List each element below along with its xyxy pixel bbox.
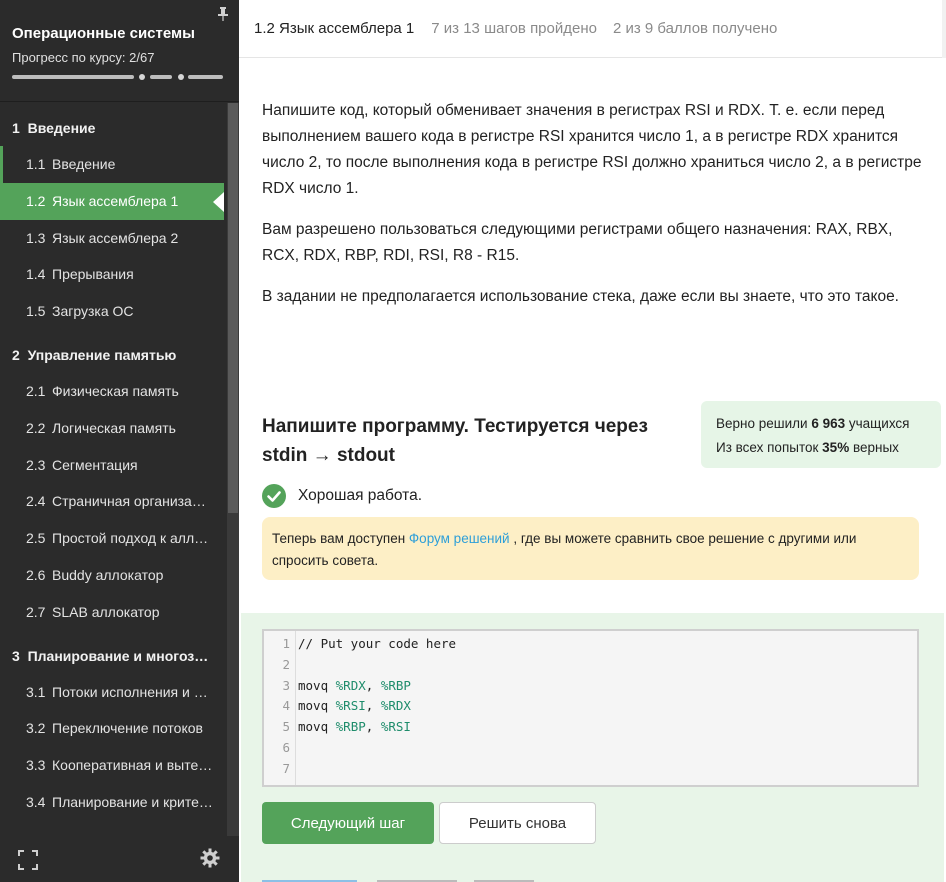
stats-solved: Верно решили 6 963 учащихся xyxy=(716,416,910,431)
lesson-item-3-2[interactable]: 3.2 Переключение потоков xyxy=(0,710,224,747)
line-number-gutter: 1 2 3 4 5 6 7 xyxy=(264,631,296,785)
lesson-item-3-3[interactable]: 3.3 Кооперативная и выте… xyxy=(0,747,224,784)
lesson-item-3-1[interactable]: 3.1 Потоки исполнения и … xyxy=(0,674,224,711)
page-scrollbar[interactable] xyxy=(942,0,946,58)
result-text: Хорошая работа. xyxy=(298,487,423,504)
course-progress: Прогресс по курсу: 2/67 xyxy=(12,50,227,65)
progress-label: Прогресс по курсу: xyxy=(12,50,126,65)
lesson-item-2-2[interactable]: 2.2 Логическая память xyxy=(0,410,224,447)
lesson-item-1-3[interactable]: 1.3 Язык ассемблера 2 xyxy=(0,220,224,257)
cut-off-footer-text xyxy=(262,871,662,882)
task-paragraph-1: Напишите код, который обменивает значени… xyxy=(262,102,922,197)
lesson-topbar: 1.2 Язык ассемблера 1 7 из 13 шагов прой… xyxy=(239,0,946,58)
section-header-1[interactable]: 1 Введение xyxy=(0,103,239,146)
active-indicator-icon xyxy=(213,191,224,212)
code-editor[interactable]: 1 2 3 4 5 6 7 // Put your code here movq… xyxy=(262,629,919,787)
pin-icon[interactable] xyxy=(217,7,229,21)
sidebar-scrollbar[interactable] xyxy=(227,103,239,836)
steps-progress: 7 из 13 шагов пройдено xyxy=(431,20,597,37)
lesson-title: 1.2 Язык ассемблера 1 xyxy=(254,20,415,37)
solve-stats: Верно решили 6 963 учащихся Из всех попы… xyxy=(701,401,941,468)
code-line[interactable]: movq %RSI, %RDX xyxy=(298,696,913,717)
check-circle-icon xyxy=(262,484,286,508)
lesson-item-3-4[interactable]: 3.4 Планирование и крите… xyxy=(0,784,224,821)
progress-value: 2/67 xyxy=(129,50,155,65)
gear-icon[interactable] xyxy=(200,848,220,868)
task-description: Напишите код, который обменивает значени… xyxy=(262,98,927,325)
stats-attempts: Из всех попыток 35% верных xyxy=(716,440,899,455)
sidebar-footer xyxy=(0,836,239,882)
next-step-button[interactable]: Следующий шаг xyxy=(262,802,434,844)
code-line[interactable]: // Put your code here xyxy=(298,634,913,655)
code-line[interactable]: movq %RDX, %RBP xyxy=(298,676,913,697)
lesson-item-2-5[interactable]: 2.5 Простой подход к алл… xyxy=(0,520,224,557)
lesson-item-2-4[interactable]: 2.4 Страничная организа… xyxy=(0,483,224,520)
lesson-item-1-1[interactable]: 1.1 Введение xyxy=(0,146,224,183)
sidebar-header: Операционные системы Прогресс по курсу: … xyxy=(0,0,239,102)
solve-again-button[interactable]: Решить снова xyxy=(439,802,596,844)
forum-notice: Теперь вам доступен Форум решений , где … xyxy=(262,517,919,580)
lesson-item-2-3[interactable]: 2.3 Сегментация xyxy=(0,447,224,484)
exercise-heading: Напишите программу. Тестируется через st… xyxy=(262,416,648,466)
solutions-forum-link[interactable]: Форум решений xyxy=(409,531,510,546)
code-line[interactable]: movq %RBP, %RSI xyxy=(298,717,913,738)
step-content: Напишите код, который обменивает значени… xyxy=(239,59,946,882)
section-header-3[interactable]: 3 Планирование и многоз… xyxy=(0,631,239,674)
sidebar-scrollbar-thumb[interactable] xyxy=(228,103,238,513)
task-paragraph-3: В задании не предполагается использовани… xyxy=(262,288,899,305)
lesson-item-1-4[interactable]: 1.4 Прерывания xyxy=(0,256,224,293)
task-paragraph-2: Вам разрешено пользоваться следующими ре… xyxy=(262,221,893,264)
lesson-list[interactable]: 1 Введение 1.1 Введение 1.2 Язык ассемблер… xyxy=(0,103,239,836)
course-title[interactable]: Операционные системы xyxy=(12,25,227,42)
lesson-item-1-5[interactable]: 1.5 Загрузка ОС xyxy=(0,293,224,330)
fullscreen-icon[interactable] xyxy=(18,850,38,870)
code-line[interactable] xyxy=(298,655,913,676)
course-sidebar: Операционные системы Прогресс по курсу: … xyxy=(0,0,239,882)
lesson-item-2-6[interactable]: 2.6 Buddy аллокатор xyxy=(0,557,224,594)
course-progress-bar xyxy=(12,74,223,80)
code-text[interactable]: // Put your code here movq %RDX, %RBP mo… xyxy=(298,634,913,780)
lesson-item-2-1[interactable]: 2.1 Физическая память xyxy=(0,373,224,410)
lesson-item-1-2-active[interactable]: 1.2 Язык ассемблера 1 xyxy=(0,182,224,220)
lesson-item-2-7[interactable]: 2.7 SLAB аллокатор xyxy=(0,594,224,631)
code-line[interactable] xyxy=(298,738,913,759)
points-progress: 2 из 9 баллов получено xyxy=(612,20,778,37)
result-message: Хорошая работа. xyxy=(262,484,422,508)
code-line[interactable] xyxy=(298,759,913,780)
section-header-2[interactable]: 2 Управление памятью xyxy=(0,330,239,373)
